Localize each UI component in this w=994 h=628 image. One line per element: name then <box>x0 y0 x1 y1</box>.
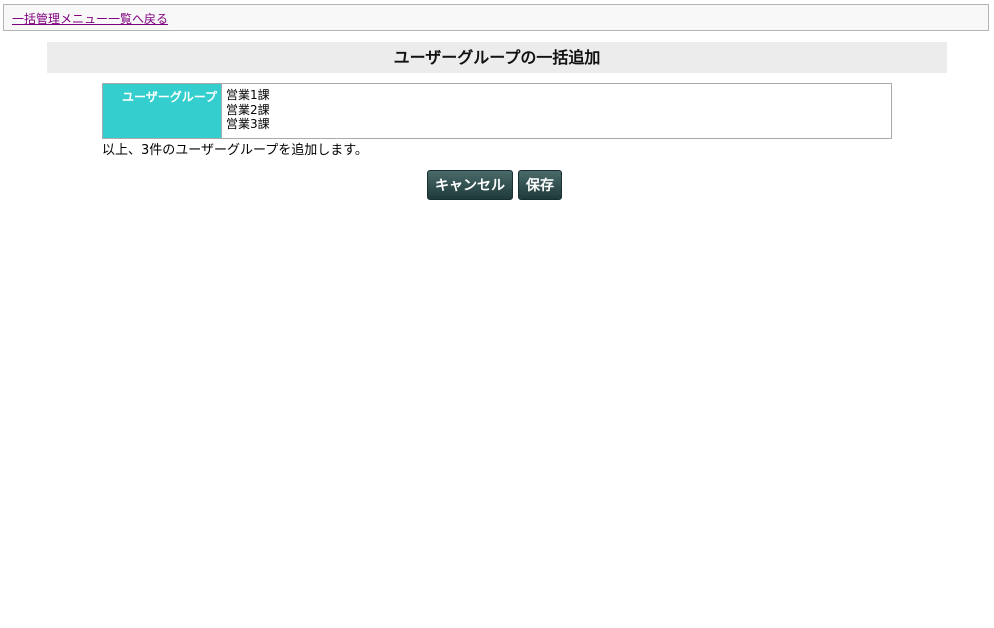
back-to-menu-link[interactable]: 一括管理メニュー一覧へ戻る <box>12 10 168 27</box>
user-group-list: 営業1課 営業2課 営業3課 <box>222 84 891 138</box>
action-buttons: キャンセル 保存 <box>427 170 562 200</box>
user-group-item: 営業1課 <box>226 88 270 102</box>
cancel-button[interactable]: キャンセル <box>427 170 513 200</box>
user-group-item: 営業3課 <box>226 117 270 131</box>
user-group-table: ユーザーグループ 営業1課 営業2課 営業3課 <box>102 83 892 139</box>
user-group-item: 営業2課 <box>226 102 270 117</box>
summary-text: 以上、3件のユーザーグループを追加します。 <box>102 143 368 158</box>
user-group-label: ユーザーグループ <box>103 84 222 138</box>
top-nav-bar: 一括管理メニュー一覧へ戻る <box>3 4 989 31</box>
save-button[interactable]: 保存 <box>518 170 562 200</box>
page-title: ユーザーグループの一括追加 <box>47 42 947 73</box>
